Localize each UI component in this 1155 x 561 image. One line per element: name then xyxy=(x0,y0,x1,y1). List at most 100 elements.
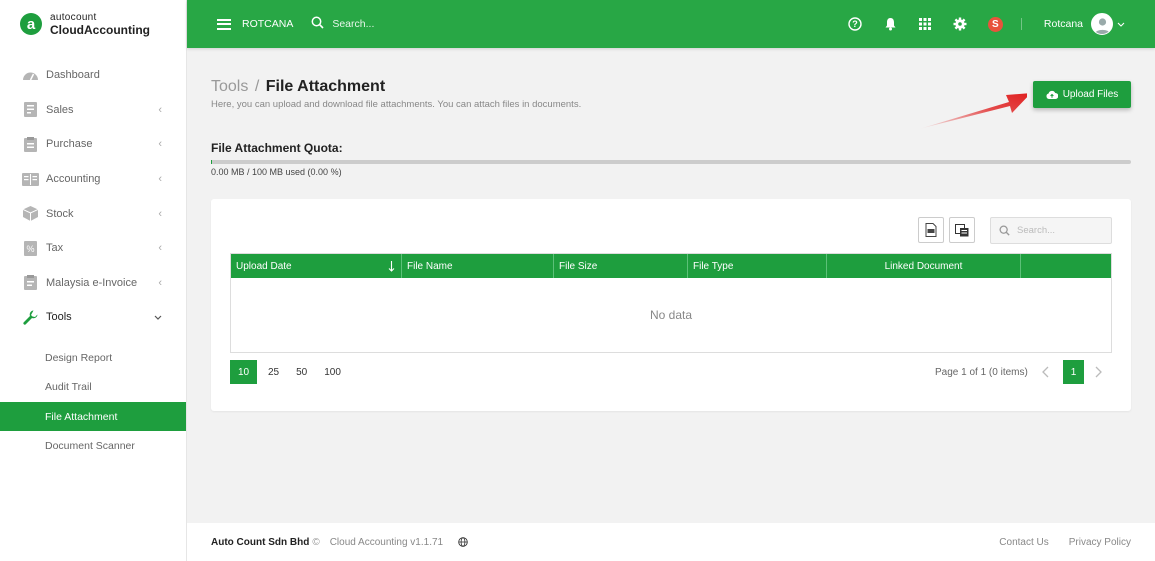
column-file-size[interactable]: File Size xyxy=(554,254,688,278)
column-linked-document[interactable]: Linked Document xyxy=(827,254,1021,278)
sidebar-subitem-document-scanner[interactable]: Document Scanner xyxy=(0,431,186,461)
globe-icon[interactable] xyxy=(458,537,468,547)
column-label: Upload Date xyxy=(236,260,292,272)
sidebar-item-label: Stock xyxy=(46,207,74,220)
chevron-left-icon: ‹ xyxy=(158,173,162,186)
page-size-100[interactable]: 100 xyxy=(318,360,347,384)
sidebar-subitem-design-report[interactable]: Design Report xyxy=(0,343,186,373)
breadcrumb-separator: / xyxy=(254,78,260,95)
contact-us-link[interactable]: Contact Us xyxy=(999,537,1048,548)
sidebar-item-sales[interactable]: Sales ‹ xyxy=(0,93,186,128)
column-chooser-icon xyxy=(955,223,969,236)
sidebar-subitem-file-attachment[interactable]: File Attachment xyxy=(0,401,186,432)
quota-usage-text: 0.00 MB / 100 MB used (0.00 %) xyxy=(211,167,342,177)
column-file-type[interactable]: File Type xyxy=(688,254,827,278)
chevron-left-icon: ‹ xyxy=(158,242,162,255)
column-upload-date[interactable]: Upload Date xyxy=(231,254,402,278)
brand-top-text: autocount xyxy=(50,11,97,23)
next-page-icon[interactable] xyxy=(1095,360,1102,384)
chevron-left-icon: ‹ xyxy=(158,276,162,289)
export-document-icon xyxy=(925,223,937,237)
quota-progress-fill xyxy=(211,160,212,164)
grid-search-box[interactable] xyxy=(990,217,1112,244)
company-name[interactable]: ROTCANA xyxy=(242,18,293,30)
brand-logo: a xyxy=(20,13,42,35)
column-label: File Type xyxy=(693,260,734,272)
sidebar-item-label: Accounting xyxy=(46,173,101,186)
footer: Auto Count Sdn Bhd © Cloud Accounting v1… xyxy=(187,523,1155,561)
sidebar-item-stock[interactable]: Stock ‹ xyxy=(0,196,186,231)
upload-files-button[interactable]: Upload Files xyxy=(1033,81,1131,108)
page-size-selector: 10 25 50 100 xyxy=(230,360,352,384)
column-label: File Name xyxy=(407,260,453,272)
prev-page-icon[interactable] xyxy=(1042,360,1049,384)
apps-grid-icon[interactable] xyxy=(908,18,943,30)
quota-progress-bar xyxy=(211,160,1131,164)
page-number-button[interactable]: 1 xyxy=(1063,360,1084,384)
purchase-icon xyxy=(21,136,39,152)
sidebar-nav: Dashboard Sales ‹ Purchase ‹ Accounting … xyxy=(0,58,186,461)
page-title: Tools / File Attachment xyxy=(211,78,385,96)
cloud-upload-icon xyxy=(1046,90,1058,99)
page-size-50[interactable]: 50 xyxy=(290,360,313,384)
svg-text:%: % xyxy=(26,244,34,254)
quota-title: File Attachment Quota: xyxy=(211,141,343,155)
topbar: ROTCANA ? S Rotcana xyxy=(187,0,1155,48)
chevron-left-icon: ‹ xyxy=(158,103,162,116)
column-label: Linked Document xyxy=(884,260,963,272)
gear-icon[interactable] xyxy=(943,17,978,31)
file-grid-card: Upload Date File Name File Size File Typ… xyxy=(211,199,1131,411)
search-icon xyxy=(999,225,1010,236)
column-chooser-button[interactable] xyxy=(949,217,975,243)
sidebar-subitem-audit-trail[interactable]: Audit Trail xyxy=(0,372,186,402)
file-attachment-table: Upload Date File Name File Size File Typ… xyxy=(230,253,1112,353)
page-description: Here, you can upload and download file a… xyxy=(211,99,582,110)
page-size-25[interactable]: 25 xyxy=(262,360,285,384)
sidebar: a autocount CloudAccounting Dashboard Sa… xyxy=(0,0,187,561)
brand-bottom-text: CloudAccounting xyxy=(50,22,150,37)
pointer-arrow xyxy=(919,93,1027,129)
sort-descending-icon xyxy=(388,260,395,272)
main-content: Tools / File Attachment Here, you can up… xyxy=(187,48,1155,523)
footer-copyright: © xyxy=(312,536,320,548)
breadcrumb-parent[interactable]: Tools xyxy=(211,78,248,95)
sidebar-item-label: Dashboard xyxy=(46,69,100,82)
sidebar-item-dashboard[interactable]: Dashboard xyxy=(0,58,186,93)
upload-files-label: Upload Files xyxy=(1062,89,1119,100)
brand[interactable]: a autocount CloudAccounting xyxy=(0,0,186,48)
sidebar-item-purchase[interactable]: Purchase ‹ xyxy=(0,127,186,162)
einvoice-icon xyxy=(21,275,39,291)
sidebar-item-label: Tools xyxy=(46,311,72,324)
wrench-icon xyxy=(21,309,39,325)
page-size-10[interactable]: 10 xyxy=(230,360,257,384)
breadcrumb-current: File Attachment xyxy=(265,78,386,95)
chevron-down-icon[interactable] xyxy=(1117,22,1125,27)
help-icon[interactable]: ? xyxy=(838,17,873,31)
sidebar-item-einvoice[interactable]: Malaysia e-Invoice ‹ xyxy=(0,266,186,301)
export-pdf-button[interactable] xyxy=(918,217,944,243)
badge-letter: S xyxy=(987,16,1003,32)
username[interactable]: Rotcana xyxy=(1044,18,1083,30)
page-info: Page 1 of 1 (0 items) xyxy=(935,366,1028,378)
bell-icon[interactable] xyxy=(873,17,908,31)
grid-search-input[interactable] xyxy=(1017,225,1107,236)
svg-text:?: ? xyxy=(853,19,859,29)
menu-icon[interactable] xyxy=(217,18,231,30)
avatar[interactable] xyxy=(1091,13,1113,35)
sales-icon xyxy=(21,102,39,118)
sidebar-item-tax[interactable]: % Tax ‹ xyxy=(0,231,186,266)
privacy-policy-link[interactable]: Privacy Policy xyxy=(1069,537,1131,548)
sidebar-item-label: Sales xyxy=(46,103,74,116)
chevron-down-icon xyxy=(154,311,162,323)
footer-version: Cloud Accounting v1.1.71 xyxy=(329,536,444,548)
chevron-left-icon: ‹ xyxy=(158,138,162,151)
search-icon[interactable] xyxy=(311,16,324,32)
sidebar-item-label: Tax xyxy=(46,242,64,255)
subscription-badge[interactable]: S xyxy=(978,16,1013,32)
sidebar-item-accounting[interactable]: Accounting ‹ xyxy=(0,162,186,197)
sidebar-item-tools[interactable]: Tools xyxy=(0,300,186,335)
chevron-left-icon: ‹ xyxy=(158,207,162,220)
global-search-input[interactable] xyxy=(332,18,453,30)
column-file-name[interactable]: File Name xyxy=(402,254,554,278)
table-header: Upload Date File Name File Size File Typ… xyxy=(231,254,1111,278)
